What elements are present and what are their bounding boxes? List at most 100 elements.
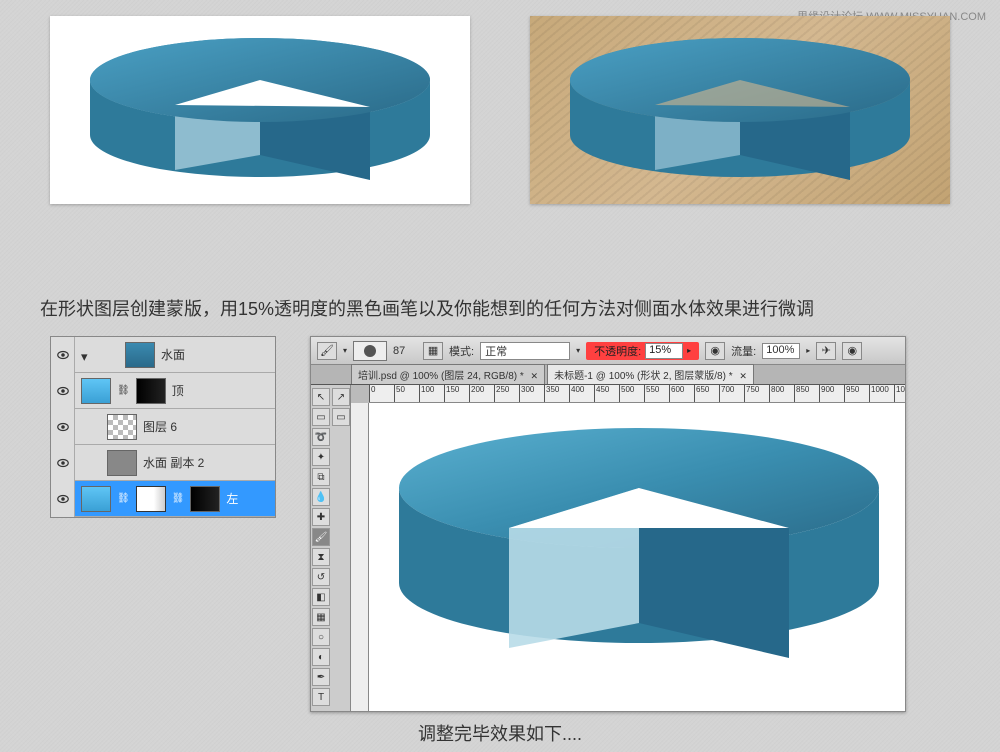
footer-text: 调整完毕效果如下.... [0, 720, 1000, 746]
ruler-tick: 400 [569, 385, 584, 402]
eye-icon [56, 384, 70, 398]
stamp-tool[interactable]: ⧗ [312, 548, 330, 566]
brush-preview[interactable] [353, 341, 387, 361]
layer-row-top[interactable]: ⛓ 顶 [51, 373, 275, 409]
mask-thumb [136, 486, 166, 512]
expand-icon[interactable]: ▾ [81, 349, 93, 361]
ruler-tick: 900 [819, 385, 834, 402]
layer-content: ▾ 水面 [75, 342, 275, 368]
marquee-tool[interactable]: ▭ [312, 408, 330, 426]
tab-untitled-1[interactable]: 未标题-1 @ 100% (形状 2, 图层蒙版/8) * ✕ [547, 364, 754, 384]
visibility-toggle[interactable] [51, 409, 75, 445]
tab-training-psd[interactable]: 培训.psd @ 100% (图层 24, RGB/8) * ✕ [351, 364, 545, 384]
document-tabs: 培训.psd @ 100% (图层 24, RGB/8) * ✕ 未标题-1 @… [311, 365, 905, 385]
ruler-tick: 850 [794, 385, 809, 402]
ruler-tick: 250 [494, 385, 509, 402]
layer-row-left[interactable]: ⛓ ⛓ 左 [51, 481, 275, 517]
visibility-toggle[interactable] [51, 337, 75, 373]
eye-icon [56, 348, 70, 362]
brush-size: 87 [393, 345, 417, 357]
lasso-tool[interactable]: ➰ [312, 428, 330, 446]
layer-thumb [107, 450, 137, 476]
water-pie-chart-white [70, 25, 450, 195]
eye-icon [56, 456, 70, 470]
instruction-text: 在形状图层创建蒙版，用15%透明度的黑色画笔以及你能想到的任何方法对侧面水体效果… [40, 295, 960, 321]
water-pie-chart-sand [550, 25, 930, 195]
ruler-vertical [351, 403, 369, 711]
opacity-control[interactable]: 不透明度: 15% ▸ [586, 342, 699, 360]
history-brush-tool[interactable]: ↺ [312, 568, 330, 586]
ruler-tick: 650 [694, 385, 709, 402]
layer-row-water-surface[interactable]: ▾ 水面 [51, 337, 275, 373]
result-image-sand-bg [530, 16, 950, 204]
eyedropper-tool[interactable]: 💧 [312, 488, 330, 506]
tablet-opacity-icon[interactable]: ◉ [705, 342, 725, 360]
crop-tool[interactable]: ⧉ [312, 468, 330, 486]
ruler-tick: 300 [519, 385, 534, 402]
layer-name: 水面 [161, 346, 185, 363]
ruler-tick: 100 [419, 385, 434, 402]
ruler-tick: 950 [844, 385, 859, 402]
airbrush-icon[interactable]: ✈ [816, 342, 836, 360]
heal-tool[interactable]: ✚ [312, 508, 330, 526]
layer-content: ⛓ 顶 [75, 378, 275, 404]
top-image-row [50, 16, 950, 216]
shape-tool[interactable]: ▭ [332, 408, 350, 426]
close-icon[interactable]: ✕ [739, 371, 747, 381]
ruler-tick: 600 [669, 385, 684, 402]
ruler-tick: 750 [744, 385, 759, 402]
ruler-tick: 800 [769, 385, 784, 402]
ruler-tick: 150 [444, 385, 459, 402]
wand-tool[interactable]: ✦ [312, 448, 330, 466]
canvas[interactable] [369, 403, 905, 711]
visibility-toggle[interactable] [51, 445, 75, 481]
visibility-toggle[interactable] [51, 373, 75, 409]
mode-select[interactable]: 正常 [480, 342, 570, 360]
opacity-value[interactable]: 15% [645, 343, 683, 359]
eraser-tool[interactable]: ◧ [312, 588, 330, 606]
path-select-tool[interactable]: ↗ [332, 388, 350, 406]
close-icon[interactable]: ✕ [531, 371, 539, 381]
tab-label: 未标题-1 @ 100% (形状 2, 图层蒙版/8) * [554, 371, 733, 382]
ruler-tick: 450 [594, 385, 609, 402]
visibility-toggle[interactable] [51, 481, 75, 517]
layer-content: ⛓ ⛓ 左 [75, 486, 275, 512]
brush-tool[interactable]: 🖌 [312, 528, 330, 546]
blur-tool[interactable]: ○ [312, 628, 330, 646]
gradient-tool[interactable]: ▦ [312, 608, 330, 626]
flow-value[interactable]: 100% [762, 343, 800, 359]
ruler-tick: 50 [394, 385, 405, 402]
layer-name: 水面 副本 2 [143, 454, 204, 471]
brush-panel-toggle[interactable]: ▦ [423, 342, 443, 360]
brush-tool-icon[interactable]: 🖌 [317, 342, 337, 360]
move-tool[interactable]: ↖ [312, 388, 330, 406]
layer-thumb [81, 378, 111, 404]
layer-thumb [81, 486, 111, 512]
eye-icon [56, 492, 70, 506]
ruler-tick: 200 [469, 385, 484, 402]
ruler-horizontal: 0501001502002503003504004505005506006507… [369, 385, 905, 403]
options-bar: 🖌 ▾ 87 ▦ 模式: 正常 ▾ 不透明度: 15% ▸ ◉ 流量: 100%… [311, 337, 905, 365]
mask-thumb [136, 378, 166, 404]
link-icon: ⛓ [117, 385, 130, 396]
layer-name: 图层 6 [143, 418, 177, 435]
ruler-tick: 1000 [869, 385, 889, 402]
layer-row-layer6[interactable]: 图层 6 [51, 409, 275, 445]
ruler-tick: 1050 [894, 385, 905, 402]
flow-label: 流量: [731, 343, 756, 359]
toolbox: ↖ ▭ ➰ ✦ ⧉ 💧 ✚ 🖌 ⧗ ↺ ◧ ▦ ○ ◐ ✒ T ↗ ▭ [311, 385, 351, 711]
mode-label: 模式: [449, 343, 474, 359]
layers-panel: ▾ 水面 ⛓ 顶 图层 6 [50, 336, 276, 518]
dodge-tool[interactable]: ◐ [312, 648, 330, 666]
layer-row-water-copy2[interactable]: 水面 副本 2 [51, 445, 275, 481]
layer-name: 顶 [172, 382, 184, 399]
pen-tool[interactable]: ✒ [312, 668, 330, 686]
ruler-tick: 500 [619, 385, 634, 402]
tablet-size-icon[interactable]: ◉ [842, 342, 862, 360]
type-tool[interactable]: T [312, 688, 330, 706]
result-image-white-bg [50, 16, 470, 204]
layer-content: 图层 6 [75, 414, 275, 440]
photoshop-window: 🖌 ▾ 87 ▦ 模式: 正常 ▾ 不透明度: 15% ▸ ◉ 流量: 100%… [310, 336, 906, 712]
layer-name: 左 [226, 490, 238, 507]
link-icon: ⛓ [172, 493, 185, 504]
